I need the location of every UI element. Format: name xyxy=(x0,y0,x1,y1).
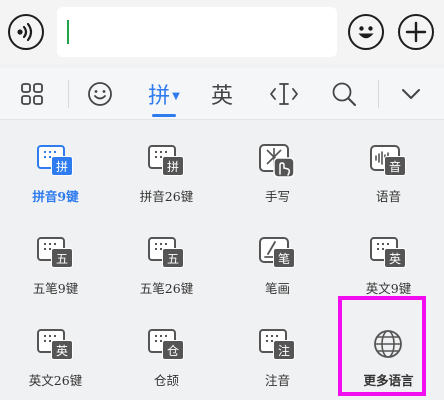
smiley-icon xyxy=(358,26,374,39)
text-caret xyxy=(67,20,69,44)
keyboard-icon: 英 xyxy=(370,234,406,270)
keyboard-option-pinyin26[interactable]: 拼 拼音26键 xyxy=(111,122,222,214)
search-icon xyxy=(332,82,356,106)
keyboard-option-label: 仓颉 xyxy=(153,373,179,388)
keyboard-icon: 拼 xyxy=(148,142,184,178)
plus-icon xyxy=(405,21,427,43)
keyboard-option-label: 英文9键 xyxy=(365,281,412,296)
triangle-down-icon: ▼ xyxy=(172,90,180,102)
smiley-icon xyxy=(88,82,112,106)
keyboard-option-label: 笔画 xyxy=(264,281,290,296)
keyboard-icon: 拼 xyxy=(37,142,73,178)
keyboard-option-voice[interactable]: 音 语音 xyxy=(333,122,444,214)
keyboard-option-label: 五笔9键 xyxy=(32,281,79,296)
keyboard-option-label: 手写 xyxy=(264,189,290,204)
keyboard-option-handwriting[interactable]: 手写 xyxy=(222,122,333,214)
keyboard-option-label: 注音 xyxy=(264,373,290,388)
keyboard-option-english9[interactable]: 英 英文9键 xyxy=(333,214,444,306)
keyboard-badge: 仓 xyxy=(162,340,184,360)
active-tab-indicator xyxy=(152,114,176,117)
add-button[interactable] xyxy=(398,14,434,50)
voice-wave-icon xyxy=(17,22,33,42)
emoji-panel-button[interactable] xyxy=(82,68,118,120)
pinyin-mode-button[interactable]: 拼 ▼ xyxy=(140,68,188,120)
keyboard-toolbar: 拼 ▼ 英 xyxy=(0,68,444,120)
keyboard-badge: 拼 xyxy=(162,156,184,176)
keyboard-option-english26[interactable]: 英 英文26键 xyxy=(0,306,111,398)
keyboard-option-wubi26[interactable]: 五 五笔26键 xyxy=(111,214,222,306)
keyboard-badge: 英 xyxy=(384,248,406,268)
keyboard-icon: 注 xyxy=(259,326,295,362)
collapse-keyboard-button[interactable] xyxy=(394,68,428,120)
keyboard-badge: 拼 xyxy=(51,156,73,176)
cursor-control-button[interactable] xyxy=(266,68,302,120)
toolbar-divider xyxy=(68,80,69,108)
keyboard-option-cangjie[interactable]: 仓 仓颉 xyxy=(111,306,222,398)
keyboard-badge: 注 xyxy=(273,340,295,360)
highlight-frame xyxy=(338,296,426,396)
keyboard-option-pinyin9[interactable]: 拼 拼音9键 xyxy=(0,122,111,214)
english-mode-label: 英 xyxy=(210,84,233,109)
voice-keyboard-icon: 音 xyxy=(370,142,406,178)
english-mode-button[interactable]: 英 xyxy=(204,68,240,120)
message-input[interactable] xyxy=(57,7,337,57)
keyboard-option-label: 拼音9键 xyxy=(32,189,79,204)
keyboard-option-stroke[interactable]: 笔 笔画 xyxy=(222,214,333,306)
keyboard-option-zhuyin[interactable]: 注 注音 xyxy=(222,306,333,398)
keyboard-badge: 笔 xyxy=(273,248,295,268)
chevron-down-icon xyxy=(402,89,420,99)
toolbar-divider xyxy=(378,80,379,108)
keyboard-badge: 五 xyxy=(162,248,184,268)
stroke-icon: 笔 xyxy=(259,234,295,270)
text-cursor-icon xyxy=(270,83,298,105)
keyboard-badge: 音 xyxy=(384,156,406,176)
keyboard-icon: 仓 xyxy=(148,326,184,362)
keyboard-badge: 英 xyxy=(51,340,73,360)
keyboard-option-label: 五笔26键 xyxy=(139,281,194,296)
keyboard-icon: 英 xyxy=(37,326,73,362)
menu-button[interactable] xyxy=(14,68,50,120)
keyboard-option-label: 英文26键 xyxy=(28,373,83,388)
keyboard-option-wubi9[interactable]: 五 五笔9键 xyxy=(0,214,111,306)
keyboard-option-label: 拼音26键 xyxy=(139,189,194,204)
voice-button[interactable] xyxy=(8,14,44,50)
search-button[interactable] xyxy=(326,68,362,120)
handwriting-icon xyxy=(259,142,295,178)
keyboard-icon: 五 xyxy=(148,234,184,270)
emoji-button[interactable] xyxy=(348,14,384,50)
keyboard-option-label: 语音 xyxy=(375,189,401,204)
chat-input-bar xyxy=(0,0,444,64)
pinyin-mode-label: 拼 xyxy=(148,84,171,109)
grid-icon xyxy=(21,83,43,105)
keyboard-icon: 五 xyxy=(37,234,73,270)
keyboard-badge: 五 xyxy=(51,248,73,268)
